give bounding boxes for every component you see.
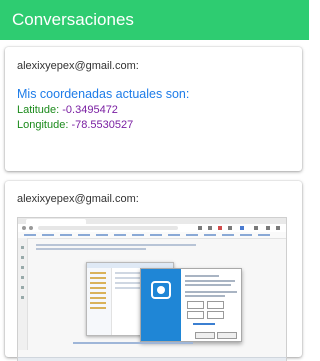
latitude-label: Latitude: — [17, 104, 60, 116]
dialog-link — [193, 323, 215, 325]
latitude-row: Latitude: -0.3495472 — [17, 104, 290, 116]
logo-mark — [157, 286, 165, 294]
sidebar-icon — [21, 266, 24, 269]
toolbar-icon — [198, 226, 202, 230]
browser-sidebar — [18, 238, 28, 350]
toolbar-icon — [254, 226, 258, 230]
message-card-coordinates[interactable]: alexixyepex@gmail.com: Mis coordenadas a… — [5, 47, 302, 171]
page-title: Conversaciones — [12, 10, 134, 29]
bookmark — [96, 234, 108, 236]
bookmark — [240, 234, 252, 236]
folder-icon — [90, 277, 106, 279]
folder-tree — [87, 268, 112, 335]
conversation-feed: alexixyepex@gmail.com: Mis coordenadas a… — [0, 40, 309, 361]
dialog-field — [187, 311, 204, 319]
toolbar-icon — [276, 226, 280, 230]
screenshot-attachment-image[interactable] — [17, 217, 287, 361]
app-logo-icon — [151, 281, 171, 299]
folder-icon — [90, 302, 106, 304]
latitude-value: -0.3495472 — [62, 104, 118, 116]
longitude-value: -78.5530527 — [71, 119, 134, 131]
sidebar-icon — [21, 276, 24, 279]
dialog-field — [207, 301, 224, 309]
bookmarks-bar — [18, 232, 286, 239]
sidebar-icon — [21, 256, 24, 259]
dialog-text-line — [185, 275, 219, 277]
dialog-text-line — [185, 280, 235, 282]
page-text-line — [36, 244, 196, 246]
folder-icon — [90, 292, 106, 294]
bookmark — [132, 234, 144, 236]
bookmark — [114, 234, 126, 236]
bookmark — [150, 234, 162, 236]
bookmark — [78, 234, 90, 236]
installer-dialog — [140, 268, 242, 342]
message-card-screenshot[interactable]: alexixyepex@gmail.com: — [5, 181, 302, 361]
installer-banner — [141, 269, 181, 341]
sidebar-icon — [21, 296, 24, 299]
longitude-row: Longitude: -78.5530527 — [17, 119, 290, 131]
sidebar-icon — [21, 286, 24, 289]
windows-taskbar — [18, 357, 286, 361]
bookmark — [186, 234, 198, 236]
dialog-text-line — [185, 284, 231, 286]
dialog-back-button — [195, 332, 215, 339]
dialog-field — [207, 311, 224, 319]
folder-icon — [90, 307, 106, 309]
app-header: Conversaciones — [0, 0, 309, 40]
dialog-text-line — [185, 291, 237, 293]
folder-icon — [90, 272, 106, 274]
dialog-text-line — [185, 295, 225, 297]
message-sender: alexixyepex@gmail.com: — [17, 60, 139, 72]
bookmark — [204, 234, 216, 236]
dialog-next-button — [217, 332, 237, 339]
folder-icon — [90, 297, 106, 299]
toolbar-icon — [228, 226, 232, 230]
message-sender: alexixyepex@gmail.com: — [17, 193, 139, 205]
coordinates-heading: Mis coordenadas actuales son: — [17, 87, 190, 101]
toolbar-icon — [266, 226, 270, 230]
folder-icon — [90, 287, 106, 289]
toolbar-icon — [208, 226, 212, 230]
reload-icon — [29, 226, 33, 230]
page-link-line — [73, 342, 193, 344]
toolbar-icon — [240, 226, 244, 230]
longitude-label: Longitude: — [17, 119, 69, 131]
back-icon — [22, 226, 26, 230]
bookmark — [60, 234, 72, 236]
bookmark — [24, 234, 36, 236]
page-text-line — [36, 248, 146, 250]
sidebar-icon — [21, 246, 24, 249]
toolbar-icon — [218, 226, 222, 230]
folder-icon — [90, 282, 106, 284]
dialog-field — [187, 301, 204, 309]
bookmark — [42, 234, 54, 236]
bookmark — [222, 234, 234, 236]
bookmark — [168, 234, 180, 236]
url-field — [38, 226, 178, 230]
bookmark — [258, 234, 270, 236]
